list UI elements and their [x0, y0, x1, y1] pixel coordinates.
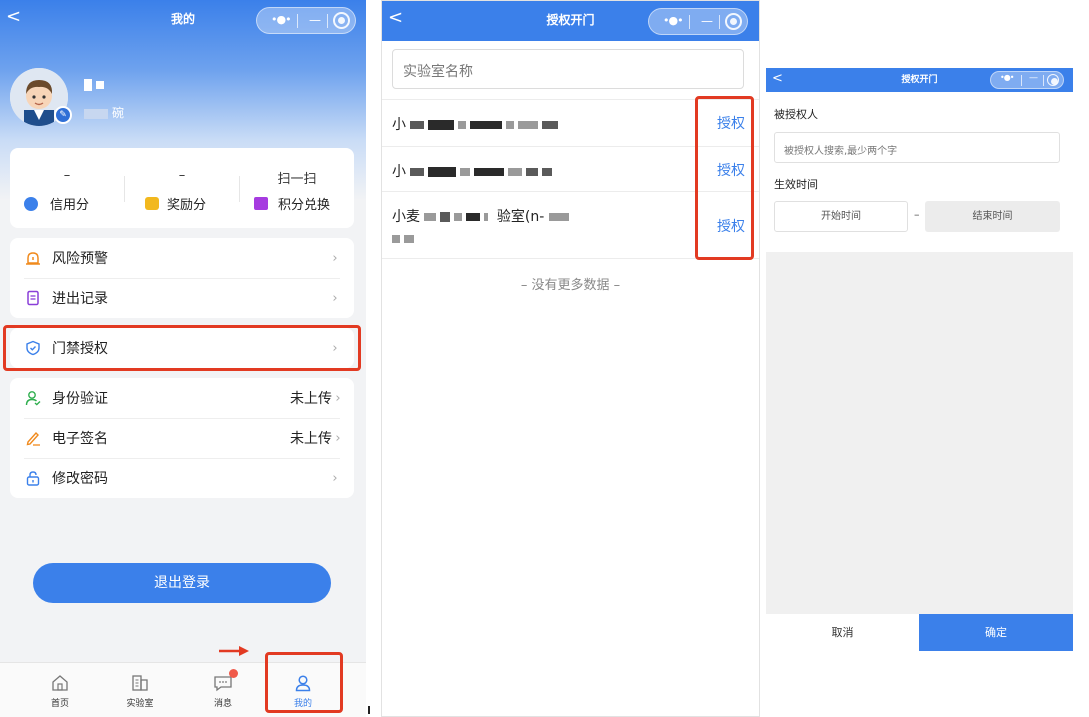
mini-program-capsule[interactable]: •●• — — [256, 7, 356, 34]
effective-time-label: 生效时间 — [774, 178, 818, 191]
menu-item-identity-verification[interactable]: 身份验证 未上传 › — [10, 378, 354, 418]
tab-home[interactable]: 首页 — [25, 665, 95, 717]
redacted-text — [548, 209, 573, 225]
user-verify-icon — [24, 389, 42, 407]
menu-card-account: 身份验证 未上传 › 电子签名 未上传 › 修改密码 › — [10, 378, 354, 498]
stat-label: 积分兑换 — [278, 198, 331, 213]
navbar: < 我的 •●• — — [0, 0, 366, 40]
chevron-right-icon: › — [335, 390, 341, 406]
grantee-search-input[interactable]: 被授权人搜索,最少两个字 — [774, 132, 1060, 163]
stat-label: 信用分 — [50, 198, 90, 213]
minimize-icon[interactable]: — — [1029, 73, 1043, 83]
stat-reward[interactable]: – 奖励分 — [125, 148, 239, 228]
mini-program-capsule[interactable]: •●• — — [648, 8, 748, 35]
home-icon — [50, 673, 70, 693]
range-dash: – — [914, 208, 920, 221]
message-icon — [213, 669, 238, 693]
menu-item-risk-warning[interactable]: 风险预警 › — [10, 238, 354, 278]
stat-value: – — [63, 168, 71, 183]
authorize-form-screen: < 授权开门 •●• — 被授权人 被授权人搜索,最少两个字 生效时间 开始时间… — [766, 68, 1073, 705]
redacted-line2 — [392, 228, 418, 247]
redacted-text — [424, 209, 492, 225]
chevron-right-icon: › — [332, 250, 338, 266]
coins-icon — [145, 197, 159, 210]
grantee-label: 被授权人 — [774, 108, 818, 121]
shield-user-icon — [24, 196, 38, 211]
redacted-text — [410, 117, 562, 133]
scan-link[interactable]: 扫一扫 — [240, 168, 354, 187]
navbar: < 授权开门 •●• — — [382, 1, 759, 41]
close-icon[interactable] — [725, 13, 742, 30]
navbar: < 授权开门 •●• — — [766, 68, 1073, 92]
gift-icon — [254, 197, 268, 210]
menu-item-change-password[interactable]: 修改密码 › — [10, 458, 354, 498]
menu-card-records: 风险预警 › 进出记录 › — [10, 238, 354, 318]
more-icon[interactable]: •●• — [1000, 73, 1014, 82]
stat-points[interactable]: 扫一扫 积分兑换 — [240, 148, 354, 228]
highlight-box-access — [3, 325, 361, 371]
pen-icon — [24, 429, 42, 447]
building-icon — [130, 673, 150, 693]
lab-search-input[interactable]: 实验室名称 — [392, 49, 744, 89]
notification-badge — [229, 669, 238, 678]
more-icon[interactable]: •●• — [271, 13, 292, 26]
no-more-data: – 没有更多数据 – — [520, 278, 621, 293]
stat-credit[interactable]: – 信用分 — [10, 148, 124, 228]
upload-status: 未上传 — [290, 431, 332, 447]
logout-button[interactable]: 退出登录 — [33, 563, 331, 603]
user-name-redacted — [84, 74, 108, 93]
mini-program-capsule[interactable]: •●• — — [990, 71, 1064, 89]
stats-card: – 信用分 – 奖励分 扫一扫 积分兑换 — [10, 148, 354, 228]
tab-lab[interactable]: 实验室 — [105, 665, 175, 717]
tab-messages[interactable]: 消息 — [188, 665, 258, 717]
start-time-picker[interactable]: 开始时间 — [774, 201, 908, 232]
pointer-arrow-icon — [219, 642, 249, 661]
lock-icon — [24, 469, 42, 487]
upload-status: 未上传 — [290, 391, 332, 407]
user-subname: 碗 — [84, 104, 124, 121]
profile-screen: < 我的 •●• — ✎ 碗 – 信用分 – 奖励分 扫一扫 积分兑换 风险预警… — [0, 0, 366, 717]
close-icon[interactable] — [1047, 74, 1059, 86]
document-icon — [24, 289, 42, 307]
alarm-icon — [24, 249, 42, 267]
chevron-right-icon: › — [332, 290, 338, 306]
chevron-right-icon: › — [335, 430, 341, 446]
menu-item-e-signature[interactable]: 电子签名 未上传 › — [10, 418, 354, 458]
highlight-box-authorize — [695, 96, 754, 260]
redacted-text — [410, 164, 556, 180]
highlight-box-mine-tab — [265, 652, 343, 713]
close-icon[interactable] — [333, 12, 350, 29]
cancel-button[interactable]: 取消 — [766, 614, 919, 651]
stat-value: – — [178, 168, 186, 183]
edit-avatar-icon[interactable]: ✎ — [54, 106, 72, 124]
menu-item-access-records[interactable]: 进出记录 › — [10, 278, 354, 318]
content-area — [766, 252, 1073, 614]
corner-mark — [368, 706, 370, 714]
chevron-right-icon: › — [332, 470, 338, 486]
stat-label: 奖励分 — [167, 198, 207, 213]
minimize-icon[interactable]: — — [701, 14, 715, 28]
more-icon[interactable]: •●• — [663, 14, 684, 27]
authorize-list-screen: < 授权开门 •●• — 实验室名称 小 授权 小 授权 小麦 验室(n- 授权… — [381, 0, 760, 717]
end-time-picker[interactable]: 结束时间 — [925, 201, 1060, 232]
confirm-button[interactable]: 确定 — [919, 614, 1073, 651]
minimize-icon[interactable]: — — [309, 13, 323, 27]
